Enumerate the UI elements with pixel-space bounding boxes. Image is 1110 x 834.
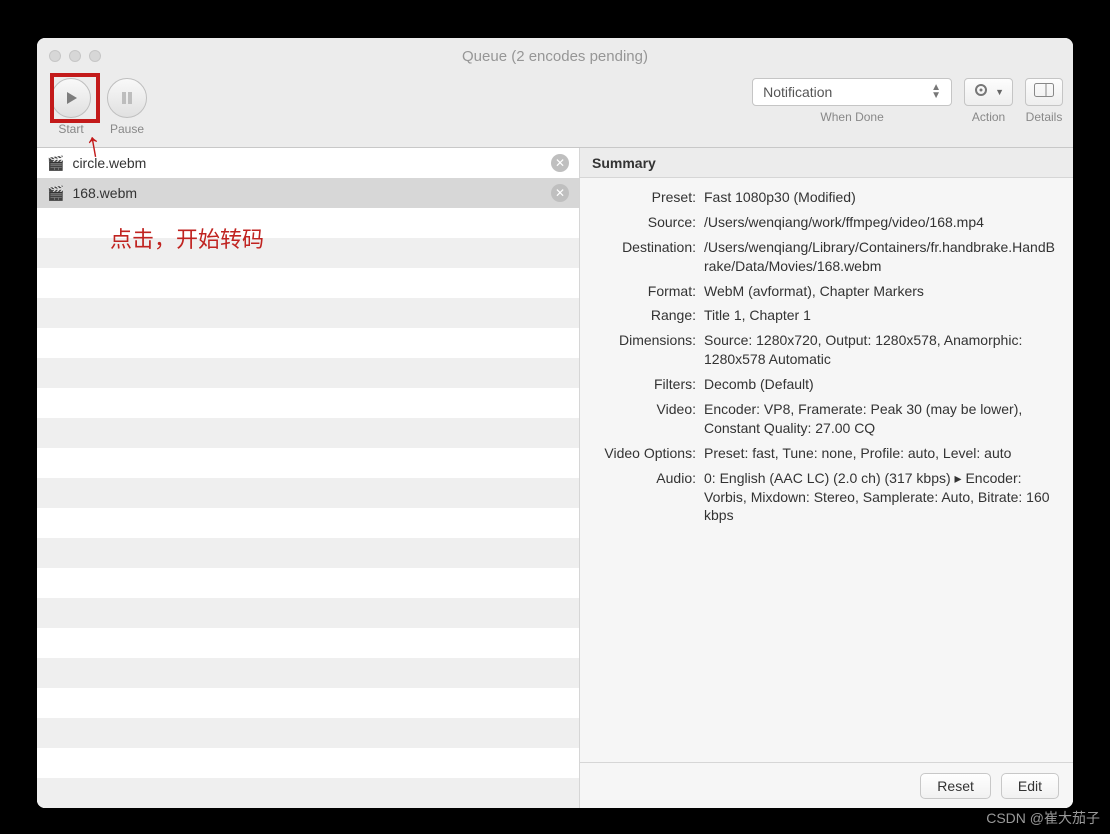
list-item xyxy=(37,688,579,718)
field-value: Encoder: VP8, Framerate: Peak 30 (may be… xyxy=(704,400,1059,438)
field-label: Video: xyxy=(594,400,704,438)
when-done-select[interactable]: Notification ▲▼ xyxy=(752,78,952,106)
chevron-updown-icon: ▲▼ xyxy=(931,84,941,100)
list-item xyxy=(37,658,579,688)
field-label: Source: xyxy=(594,213,704,232)
pause-label: Pause xyxy=(110,122,144,136)
remove-item-button[interactable]: ✕ xyxy=(551,184,569,202)
edit-button[interactable]: Edit xyxy=(1001,773,1059,799)
list-item xyxy=(37,478,579,508)
field-value: /Users/wenqiang/work/ffmpeg/video/168.mp… xyxy=(704,213,1059,232)
list-item xyxy=(37,508,579,538)
field-label: Audio: xyxy=(594,469,704,526)
summary-heading: Summary xyxy=(580,148,1073,178)
list-item xyxy=(37,418,579,448)
annotation-highlight xyxy=(50,73,100,123)
window-title: Queue (2 encodes pending) xyxy=(37,48,1073,65)
toolbar: Start Pause Notification ▲▼ When Done xyxy=(37,74,1073,148)
pause-button[interactable]: Pause xyxy=(103,78,151,136)
sidebar-icon xyxy=(1034,83,1054,102)
details-toggle-button[interactable] xyxy=(1025,78,1063,106)
field-value: WebM (avformat), Chapter Markers xyxy=(704,282,1059,301)
field-value: Preset: fast, Tune: none, Profile: auto,… xyxy=(704,444,1059,463)
field-label: Video Options: xyxy=(594,444,704,463)
field-label: Range: xyxy=(594,306,704,325)
field-value: Decomb (Default) xyxy=(704,375,1059,394)
action-menu-button[interactable]: ▼ xyxy=(964,78,1013,106)
field-label: Destination: xyxy=(594,238,704,276)
list-item xyxy=(37,568,579,598)
summary-pane: Summary Preset:Fast 1080p30 (Modified) S… xyxy=(580,148,1073,808)
field-value: 0: English (AAC LC) (2.0 ch) (317 kbps) … xyxy=(704,469,1059,526)
list-item xyxy=(37,748,579,778)
app-window: Queue (2 encodes pending) Start Pause No… xyxy=(37,38,1073,808)
list-item xyxy=(37,628,579,658)
list-item xyxy=(37,358,579,388)
video-icon: 🎬 xyxy=(47,155,64,172)
field-label: Preset: xyxy=(594,188,704,207)
watermark: CSDN @崔大茄子 xyxy=(986,808,1100,828)
list-item xyxy=(37,598,579,628)
chevron-down-icon: ▼ xyxy=(995,87,1004,97)
list-item xyxy=(37,328,579,358)
field-value: Title 1, Chapter 1 xyxy=(704,306,1059,325)
queue-item-name: circle.webm xyxy=(72,155,543,171)
summary-body: Preset:Fast 1080p30 (Modified) Source:/U… xyxy=(580,178,1073,762)
remove-item-button[interactable]: ✕ xyxy=(551,154,569,172)
video-icon: 🎬 xyxy=(47,185,64,202)
queue-item[interactable]: 🎬 168.webm ✕ xyxy=(37,178,579,208)
when-done-label: When Done xyxy=(820,110,883,124)
list-item xyxy=(37,448,579,478)
summary-footer: Reset Edit xyxy=(580,762,1073,808)
list-item xyxy=(37,298,579,328)
action-label: Action xyxy=(972,110,1005,124)
list-item xyxy=(37,388,579,418)
list-item xyxy=(37,538,579,568)
field-label: Filters: xyxy=(594,375,704,394)
field-value: /Users/wenqiang/Library/Containers/fr.ha… xyxy=(704,238,1059,276)
list-item xyxy=(37,268,579,298)
field-value: Fast 1080p30 (Modified) xyxy=(704,188,1059,207)
details-label: Details xyxy=(1026,110,1063,124)
gear-icon xyxy=(973,82,989,103)
queue-item[interactable]: 🎬 circle.webm ✕ xyxy=(37,148,579,178)
titlebar: Queue (2 encodes pending) xyxy=(37,38,1073,74)
field-label: Format: xyxy=(594,282,704,301)
field-value: Source: 1280x720, Output: 1280x578, Anam… xyxy=(704,331,1059,369)
list-item xyxy=(37,718,579,748)
field-label: Dimensions: xyxy=(594,331,704,369)
when-done-value: Notification xyxy=(763,84,832,100)
annotation-text: 点击，开始转码 xyxy=(110,222,264,254)
reset-button[interactable]: Reset xyxy=(920,773,991,799)
list-item xyxy=(37,778,579,808)
start-label: Start xyxy=(58,122,83,136)
queue-item-name: 168.webm xyxy=(72,185,543,201)
pause-icon xyxy=(107,78,147,118)
